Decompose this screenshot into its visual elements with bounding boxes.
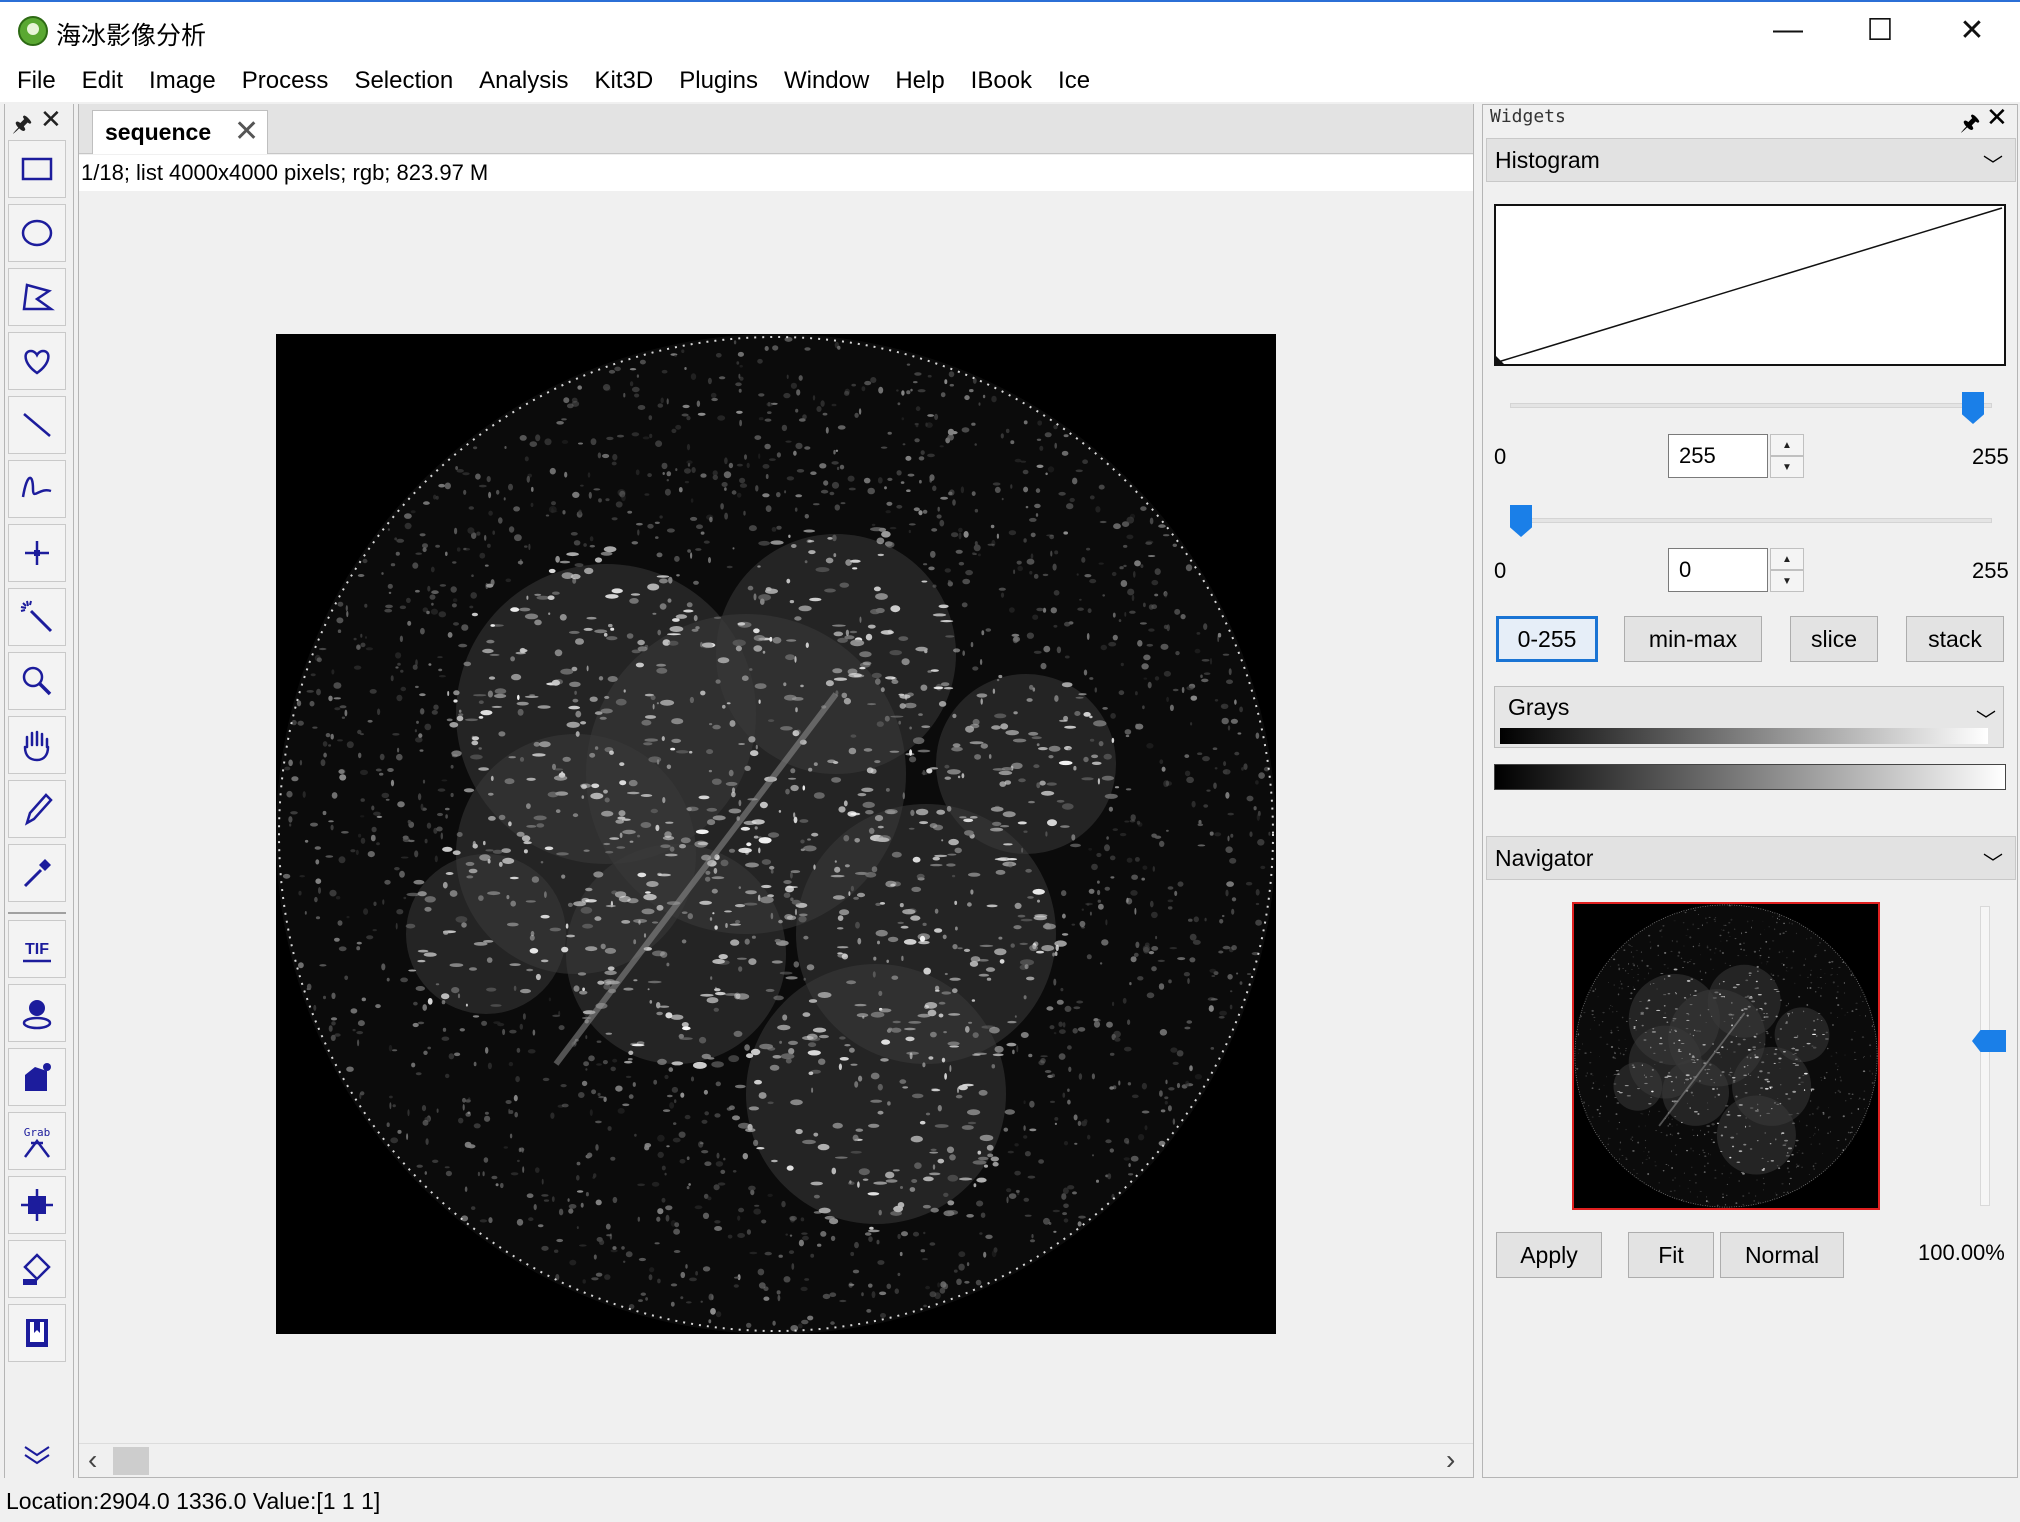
menu-analysis[interactable]: Analysis	[466, 67, 581, 95]
navigator-thumbnail[interactable]	[1572, 902, 1880, 1210]
menu-image[interactable]: Image	[136, 67, 229, 95]
max-slider-track[interactable]	[1510, 403, 1992, 408]
menu-edit[interactable]: Edit	[69, 67, 136, 95]
min-slider-track[interactable]	[1510, 518, 1992, 523]
maximize-button[interactable]: ☐	[1834, 0, 1926, 60]
min-range-min-label: 0	[1494, 558, 1507, 583]
max-value-input[interactable]: 255	[1668, 434, 1768, 478]
spin-down-icon[interactable]: ▼	[1770, 570, 1804, 592]
scroll-thumb[interactable]	[113, 1447, 149, 1475]
menu-selection[interactable]: Selection	[341, 67, 466, 95]
menu-bar: File Edit Image Process Selection Analys…	[0, 60, 2020, 102]
min-range-max-label: 255	[1972, 558, 2009, 583]
blob-detect-icon[interactable]	[8, 984, 66, 1042]
scroll-right-icon[interactable]: ›	[1446, 1444, 1455, 1476]
scroll-left-icon[interactable]: ‹	[88, 1444, 97, 1476]
tab-close-icon[interactable]: ✕	[234, 114, 259, 149]
widgets-title: Widgets	[1490, 106, 1566, 127]
paint-bucket-icon[interactable]	[8, 1240, 66, 1298]
oval-select-icon[interactable]	[8, 204, 66, 262]
grab-icon[interactable]: Grab	[8, 1112, 66, 1170]
crop-center-icon[interactable]	[8, 1176, 66, 1234]
lut-gradient-bar	[1494, 764, 2006, 790]
stack-button[interactable]: stack	[1906, 616, 2004, 662]
min-value-input[interactable]: 0	[1668, 548, 1768, 592]
point-tool-icon[interactable]	[8, 524, 66, 582]
menu-kit3d[interactable]: Kit3D	[582, 67, 667, 95]
floodfill-icon[interactable]	[8, 1048, 66, 1106]
navigator-disc	[1574, 904, 1878, 1208]
normal-button[interactable]: Normal	[1720, 1232, 1844, 1278]
tif-export-icon[interactable]: TIF	[8, 920, 66, 978]
min-spinner[interactable]: ▲ ▼	[1770, 548, 1804, 592]
navigator-header[interactable]: Navigator ﹀	[1486, 836, 2016, 880]
horizontal-scrollbar[interactable]	[79, 1443, 1473, 1477]
lut-label: Grays	[1508, 694, 1570, 720]
range-0-255-button[interactable]: 0-255	[1496, 616, 1598, 662]
slice-button[interactable]: slice	[1790, 616, 1878, 662]
menu-ibook[interactable]: IBook	[958, 67, 1045, 95]
chevron-down-icon: ﹀	[1983, 853, 2003, 875]
min-max-button[interactable]: min-max	[1624, 616, 1762, 662]
svg-text:Grab: Grab	[24, 1126, 51, 1139]
widgets-close-icon[interactable]: ✕	[1986, 102, 2008, 133]
freehand-select-icon[interactable]	[8, 332, 66, 390]
eyedropper-icon[interactable]	[8, 844, 66, 902]
book-icon[interactable]	[8, 1304, 66, 1362]
spin-down-icon[interactable]: ▼	[1770, 456, 1804, 478]
expand-more-icon[interactable]	[8, 1422, 66, 1480]
title-bar	[0, 0, 2020, 60]
lut-preview	[1500, 728, 1988, 744]
fit-button[interactable]: Fit	[1628, 1232, 1714, 1278]
tool-panel-close-icon[interactable]: ✕	[40, 104, 62, 135]
zoom-icon[interactable]	[8, 652, 66, 710]
spin-up-icon[interactable]: ▲	[1770, 548, 1804, 570]
max-spinner[interactable]: ▲ ▼	[1770, 434, 1804, 478]
menu-plugins[interactable]: Plugins	[666, 67, 771, 95]
rectangle-select-icon[interactable]	[8, 140, 66, 198]
window-title: 海冰影像分析	[56, 22, 207, 50]
magic-wand-icon[interactable]	[8, 588, 66, 646]
histogram-title: Histogram	[1495, 146, 1600, 173]
zoom-slider-track[interactable]	[1980, 906, 1990, 1206]
menu-window[interactable]: Window	[771, 67, 882, 95]
zoom-percent: 100.00%	[1918, 1240, 2005, 1265]
line-tool-icon[interactable]	[8, 396, 66, 454]
histogram-header[interactable]: Histogram ﹀	[1486, 138, 2016, 182]
close-button[interactable]: ✕	[1926, 0, 2018, 60]
sea-ice-image[interactable]	[276, 334, 1276, 1334]
menu-help[interactable]: Help	[882, 67, 957, 95]
max-range-min-label: 0	[1494, 444, 1507, 469]
minimize-button[interactable]: —	[1742, 0, 1834, 60]
svg-text:TIF: TIF	[25, 941, 49, 958]
menu-file[interactable]: File	[4, 67, 69, 95]
sea-ice-radar-disc	[276, 334, 1276, 1334]
hand-pan-icon[interactable]	[8, 716, 66, 774]
chevron-down-icon: ﹀	[1983, 155, 2003, 177]
tab-strip	[79, 104, 1473, 154]
toolbar-divider	[8, 912, 66, 914]
transfer-curve	[1496, 207, 2003, 364]
tab-label: sequence	[105, 119, 212, 145]
status-bar: Location:2904.0 1336.0 Value:[1 1 1]	[0, 1480, 2020, 1522]
navigator-title: Navigator	[1495, 844, 1594, 871]
spin-up-icon[interactable]: ▲	[1770, 434, 1804, 456]
menu-process[interactable]: Process	[229, 67, 342, 95]
image-info: 1/18; list 4000x4000 pixels; rgb; 823.97…	[79, 155, 1473, 191]
max-range-max-label: 255	[1972, 444, 2009, 469]
app-logo-icon	[18, 16, 48, 46]
pencil-icon[interactable]	[8, 780, 66, 838]
menu-ice[interactable]: Ice	[1045, 67, 1103, 95]
polygon-select-icon[interactable]	[8, 268, 66, 326]
apply-button[interactable]: Apply	[1496, 1232, 1602, 1278]
histogram-plot	[1494, 204, 2006, 366]
curve-tool-icon[interactable]	[8, 460, 66, 518]
